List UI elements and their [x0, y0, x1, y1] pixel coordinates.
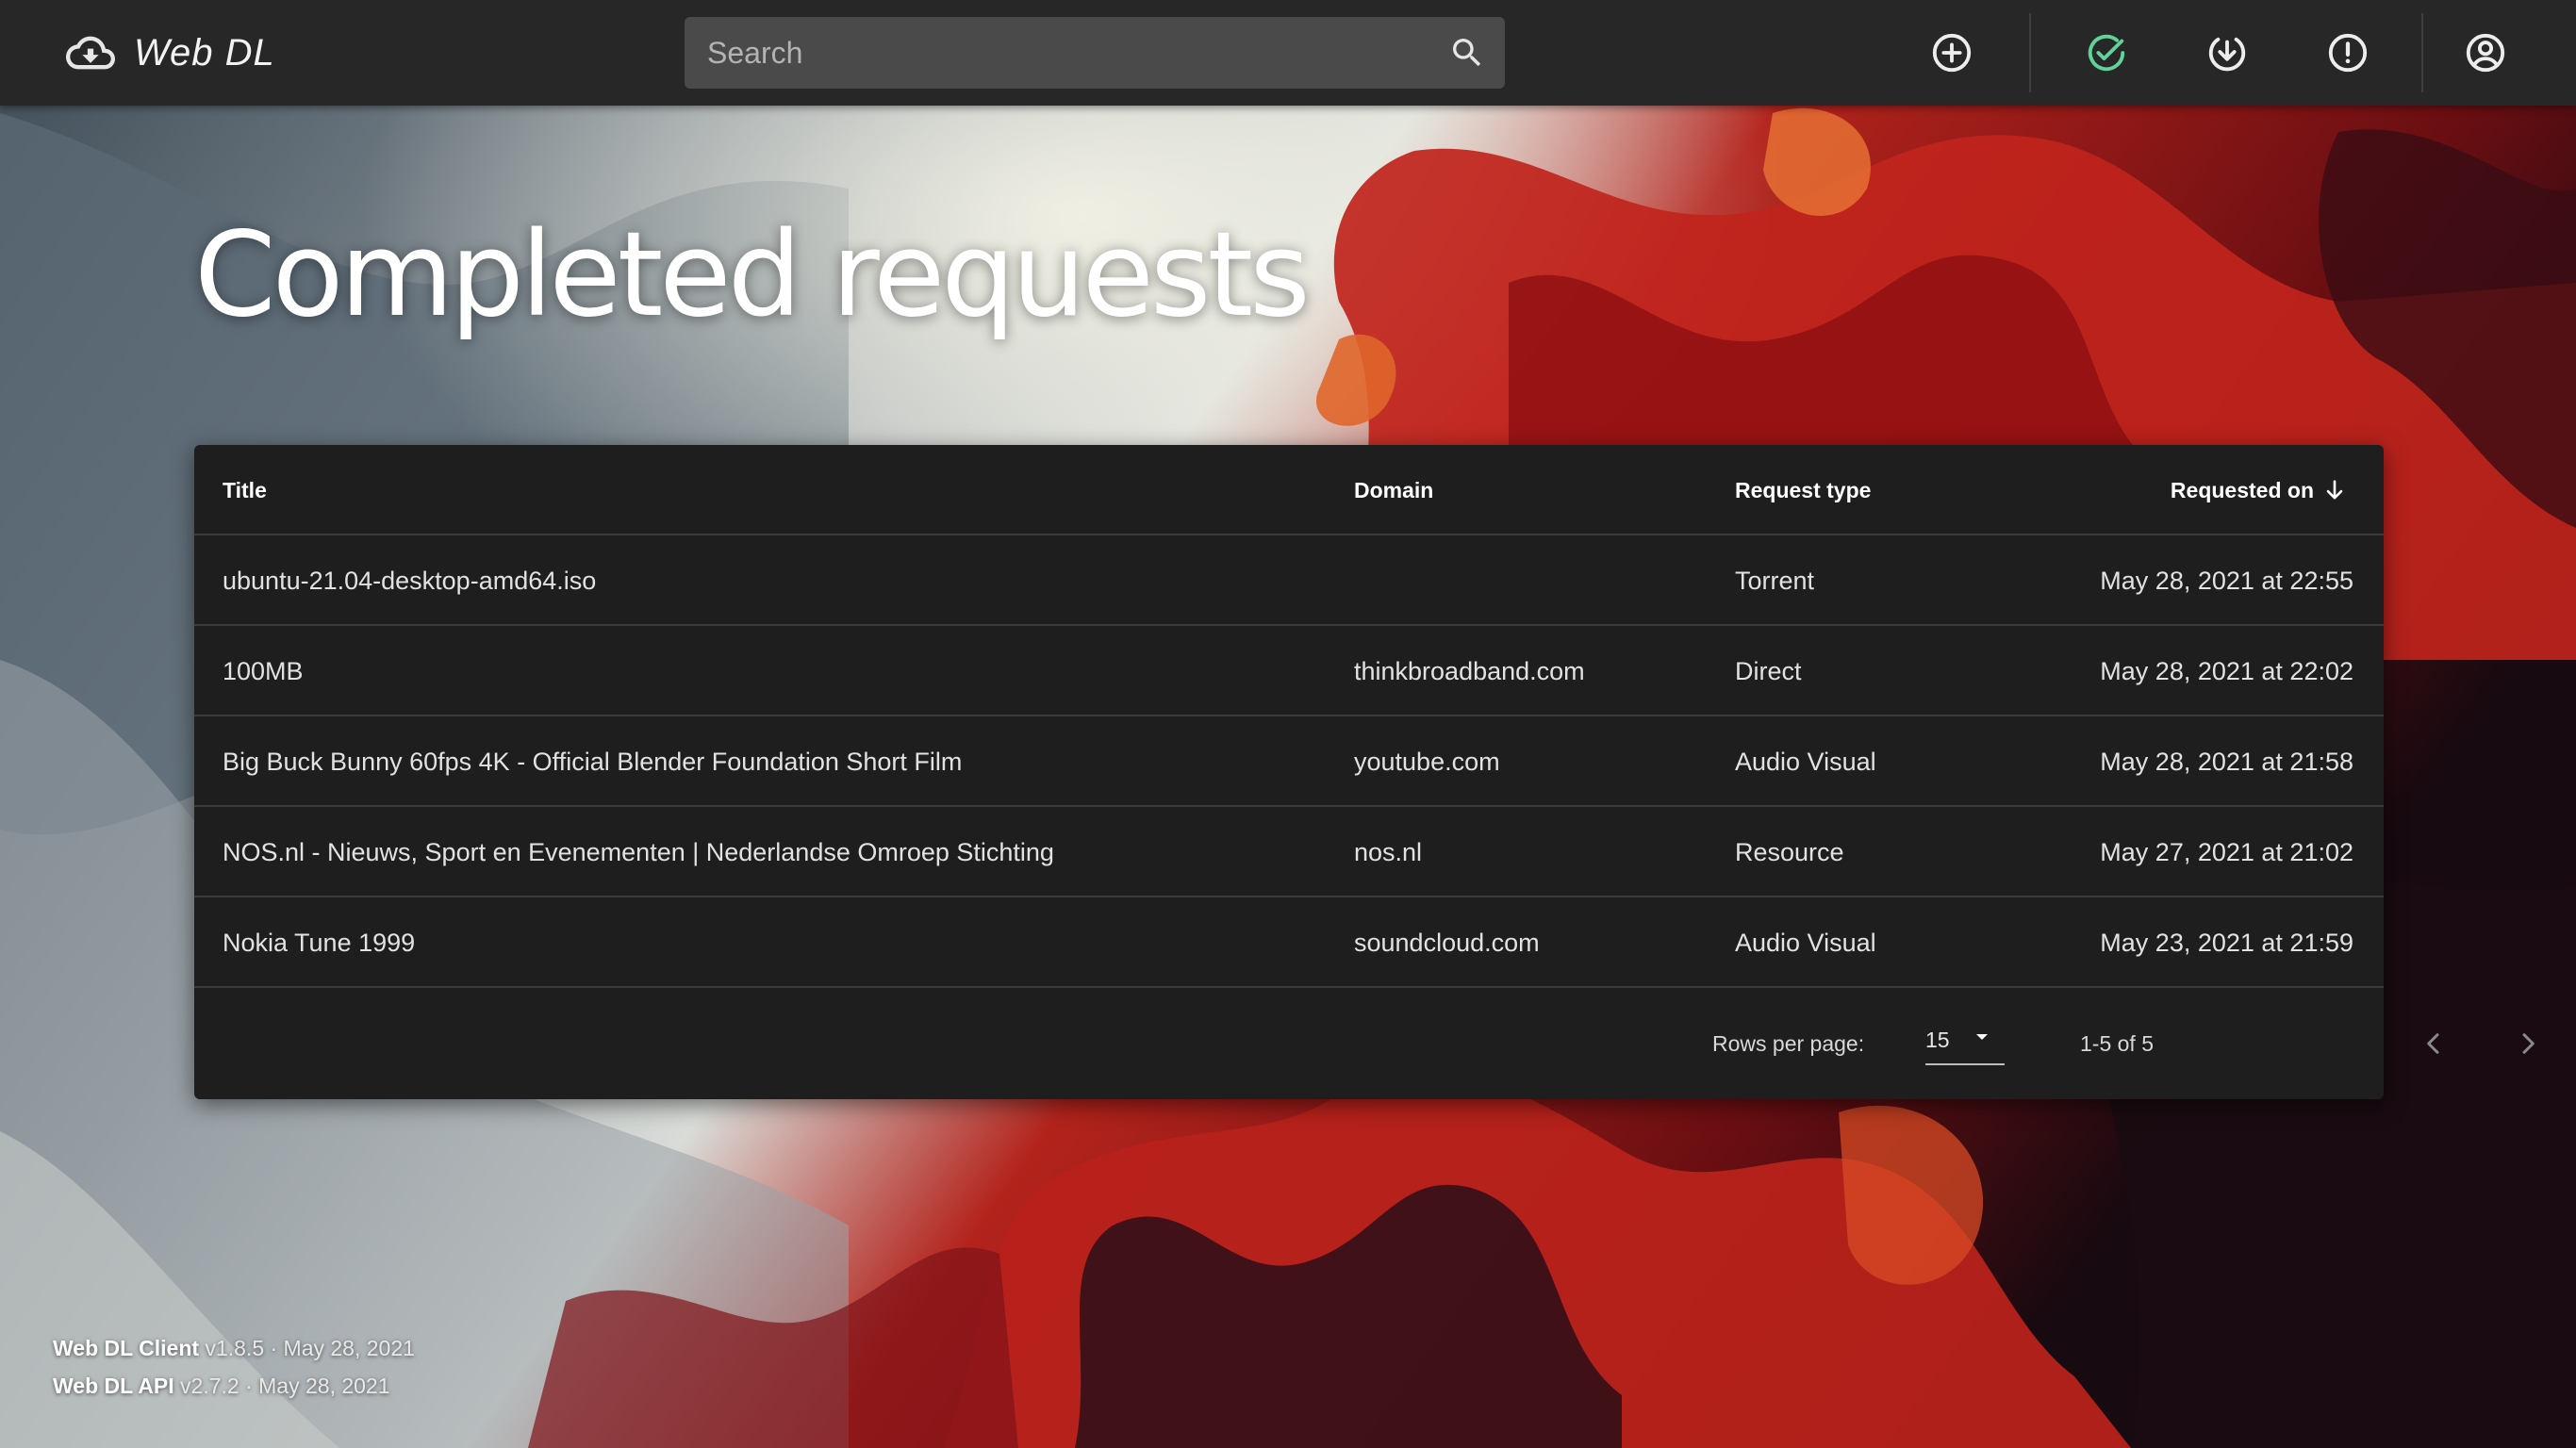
client-version: Web DL Client v1.8.5 · May 28, 2021 [53, 1329, 415, 1367]
caret-down-icon [1976, 1034, 1988, 1040]
completed-requests-button[interactable] [2076, 23, 2137, 83]
cell-title: 100MB [223, 656, 304, 685]
api-name: Web DL API [53, 1374, 174, 1398]
search-button[interactable] [1429, 17, 1505, 89]
chevron-left-icon [2427, 1033, 2439, 1054]
account-circle-icon [2466, 33, 2505, 73]
rows-per-page-value: 15 [1925, 1027, 1950, 1052]
cell-title: Nokia Tune 1999 [223, 928, 416, 957]
cell-domain: nos.nl [1354, 837, 1423, 866]
next-page-button[interactable] [2504, 1020, 2551, 1067]
cell-requested-on: May 23, 2021 at 21:59 [2100, 928, 2353, 957]
column-header-request-type[interactable]: Request type [1735, 445, 1871, 535]
cell-request-type: Resource [1735, 837, 1844, 866]
table-row[interactable]: Big Buck Bunny 60fps 4K - Official Blend… [194, 716, 2384, 807]
version-info: Web DL Client v1.8.5 · May 28, 2021 Web … [53, 1329, 415, 1405]
app-name: Web DL [134, 31, 275, 74]
cell-request-type: Direct [1735, 656, 1802, 685]
alert-circle-icon [2328, 33, 2368, 73]
page-range: 1-5 of 5 [2080, 1030, 2154, 1056]
search-input[interactable] [685, 17, 1429, 89]
client-details: v1.8.5 · May 28, 2021 [205, 1336, 415, 1360]
downloads-button[interactable] [2197, 23, 2257, 83]
table-row[interactable]: 100MB thinkbroadband.com Direct May 28, … [194, 626, 2384, 716]
cell-request-type: Torrent [1735, 566, 1815, 595]
table-row[interactable]: Nokia Tune 1999 soundcloud.com Audio Vis… [194, 897, 2384, 988]
cell-domain: thinkbroadband.com [1354, 656, 1585, 685]
column-header-requested-on-label: Requested on [2170, 477, 2314, 502]
account-button[interactable] [2455, 23, 2516, 83]
previous-page-button[interactable] [2410, 1020, 2457, 1067]
table-body: ubuntu-21.04-desktop-amd64.iso Torrent M… [194, 535, 2384, 988]
chevron-right-icon [2522, 1033, 2535, 1054]
search-icon [1453, 39, 1481, 67]
cell-requested-on: May 28, 2021 at 21:58 [2100, 747, 2353, 776]
requests-table: Title Domain Request type Requested on u… [194, 445, 2535, 1099]
failed-requests-button[interactable] [2318, 23, 2378, 83]
cell-requested-on: May 28, 2021 at 22:55 [2100, 566, 2353, 595]
cell-request-type: Audio Visual [1735, 928, 1876, 957]
column-header-domain[interactable]: Domain [1354, 445, 1433, 535]
cell-title: ubuntu-21.04-desktop-amd64.iso [223, 566, 597, 595]
cell-title: NOS.nl - Nieuws, Sport en Evenementen | … [223, 837, 1054, 866]
table-header: Title Domain Request type Requested on [194, 445, 2384, 535]
table-row[interactable]: ubuntu-21.04-desktop-amd64.iso Torrent M… [194, 535, 2384, 626]
check-circle-icon [2088, 34, 2125, 72]
cell-requested-on: May 28, 2021 at 22:02 [2100, 656, 2353, 685]
rows-per-page-label: Rows per page: [1712, 1030, 1865, 1056]
cell-domain: youtube.com [1354, 747, 1500, 776]
client-name: Web DL Client [53, 1336, 200, 1360]
nav-divider [2421, 13, 2423, 92]
rows-per-page-select[interactable]: 15 [1925, 1016, 2005, 1065]
cell-requested-on: May 27, 2021 at 21:02 [2100, 837, 2353, 866]
search-bar [685, 17, 1505, 89]
cell-request-type: Audio Visual [1735, 747, 1876, 776]
cell-title: Big Buck Bunny 60fps 4K - Official Blend… [223, 747, 963, 776]
add-request-button[interactable] [1922, 23, 1982, 83]
brand[interactable]: Web DL [66, 26, 275, 79]
page-title: Completed requests [194, 207, 1311, 343]
table-pagination: Rows per page: 15 1-5 of 5 [194, 988, 2535, 1099]
table-row[interactable]: NOS.nl - Nieuws, Sport en Evenementen | … [194, 807, 2384, 897]
nav-divider [2029, 13, 2031, 92]
api-version: Web DL API v2.7.2 · May 28, 2021 [53, 1367, 415, 1405]
plus-circle-icon [1932, 33, 1972, 73]
cell-domain: soundcloud.com [1354, 928, 1540, 957]
column-header-title[interactable]: Title [223, 445, 267, 535]
download-circle-icon [2208, 37, 2246, 72]
api-details: v2.7.2 · May 28, 2021 [180, 1374, 390, 1398]
cloud-download-icon [66, 36, 115, 70]
app-bar: Web DL [0, 0, 2576, 106]
column-header-requested-on[interactable]: Requested on [2171, 445, 2348, 535]
arrow-down-icon [2326, 480, 2343, 500]
